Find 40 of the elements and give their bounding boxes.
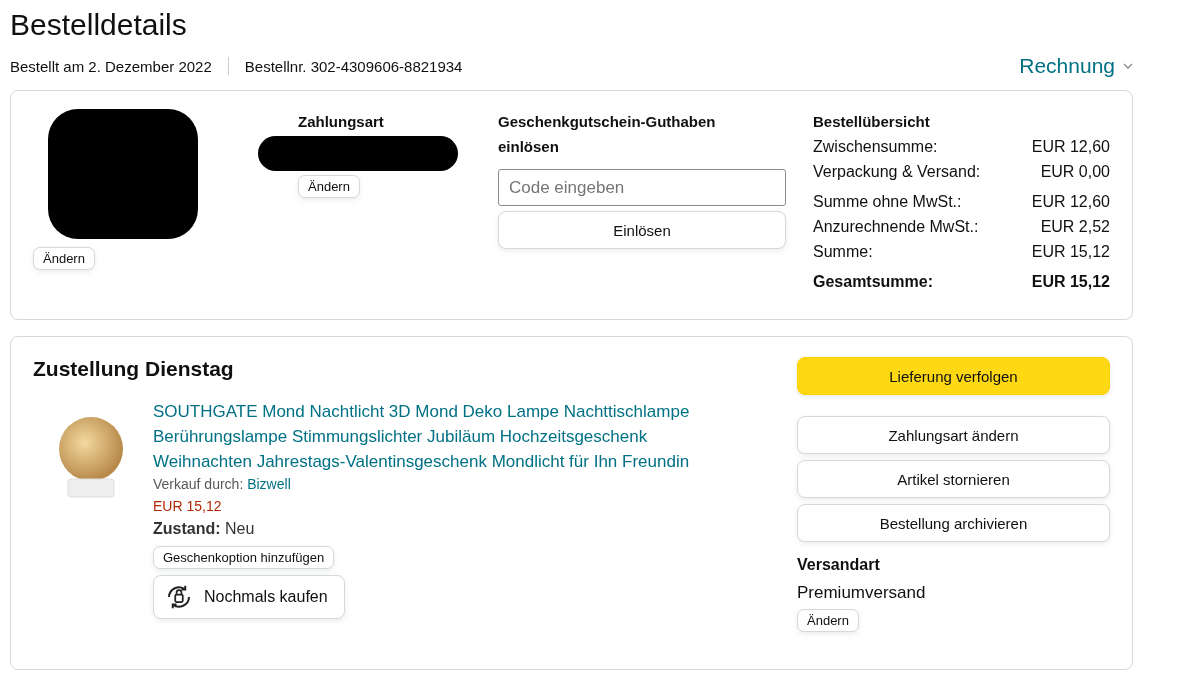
- summary-label: Anzurechnende MwSt.:: [813, 217, 979, 237]
- action-button[interactable]: Zahlungsart ändern: [797, 416, 1110, 454]
- summary-value: EUR 2,52: [1040, 217, 1110, 237]
- invoice-link[interactable]: Rechnung: [1019, 54, 1133, 78]
- change-button[interactable]: Ändern: [33, 247, 95, 270]
- summary-label: Summe:: [813, 242, 873, 262]
- shipping-heading: Versandart: [797, 555, 880, 575]
- page-title: Bestelldetails: [10, 8, 188, 42]
- product-title-link[interactable]: SOUTHGATE Mond Nachtlicht 3D Mond Deko Lampe Nachttischlampe Berührungslampe Stimmungslichter Jubiläum Hochzeitsgeschenk Weihnachten Jahrestags-Valentinsgeschenk Mondlicht für Ihn Freundin: [153, 399, 733, 474]
- summary-value: EUR 15,12: [1031, 242, 1110, 262]
- buy-again-button[interactable]: Nochmals kaufen: [153, 575, 345, 619]
- action-button[interactable]: Bestellung archivieren: [797, 504, 1110, 542]
- seller-link[interactable]: Bizwell: [247, 476, 291, 492]
- summary-label: Gesamtsumme:: [813, 272, 934, 292]
- order-number: Bestellnr. 302-4309606-8821934: [244, 57, 463, 75]
- redeem-button[interactable]: Einlösen: [498, 211, 786, 249]
- summary-value: EUR 12,60: [1031, 137, 1110, 157]
- shipping-method: Premiumversand: [797, 583, 926, 603]
- order-date: Bestellt am 2. Dezember 2022: [10, 57, 212, 75]
- gift-card-heading: Geschenkgutschein-Guthaben einlösen: [498, 112, 717, 157]
- order-summary-heading: Bestellübersicht: [813, 112, 930, 132]
- summary-value: EUR 15,12: [1031, 272, 1110, 292]
- payment-heading: Zahlungsart: [298, 112, 384, 132]
- shipment-heading: Zustellung Dienstag: [33, 357, 235, 381]
- gift-option-button[interactable]: Geschenkoption hinzufügen: [153, 546, 335, 569]
- change-button[interactable]: Ändern: [298, 175, 360, 198]
- action-button[interactable]: Lieferung verfolgen: [797, 357, 1110, 395]
- summary-label: Summe ohne MwSt.:: [813, 192, 962, 212]
- action-button[interactable]: Artikel stornieren: [797, 460, 1110, 498]
- change-button[interactable]: Ändern: [797, 609, 859, 632]
- code-input-field[interactable]: Code eingeben: [498, 169, 786, 206]
- condition-value: Neu: [225, 520, 255, 537]
- item-price: EUR 15,12: [153, 498, 222, 514]
- seller-label: Verkauf durch:: [153, 476, 244, 492]
- summary-value: EUR 0,00: [1040, 162, 1110, 182]
- chevron-down-icon: [1123, 63, 1133, 69]
- condition-label: Zustand:: [153, 520, 221, 537]
- summary-label: Zwischensumme:: [813, 137, 938, 157]
- summary-value: EUR 12,60: [1031, 192, 1110, 212]
- summary-label: Verpackung & Versand:: [813, 162, 981, 182]
